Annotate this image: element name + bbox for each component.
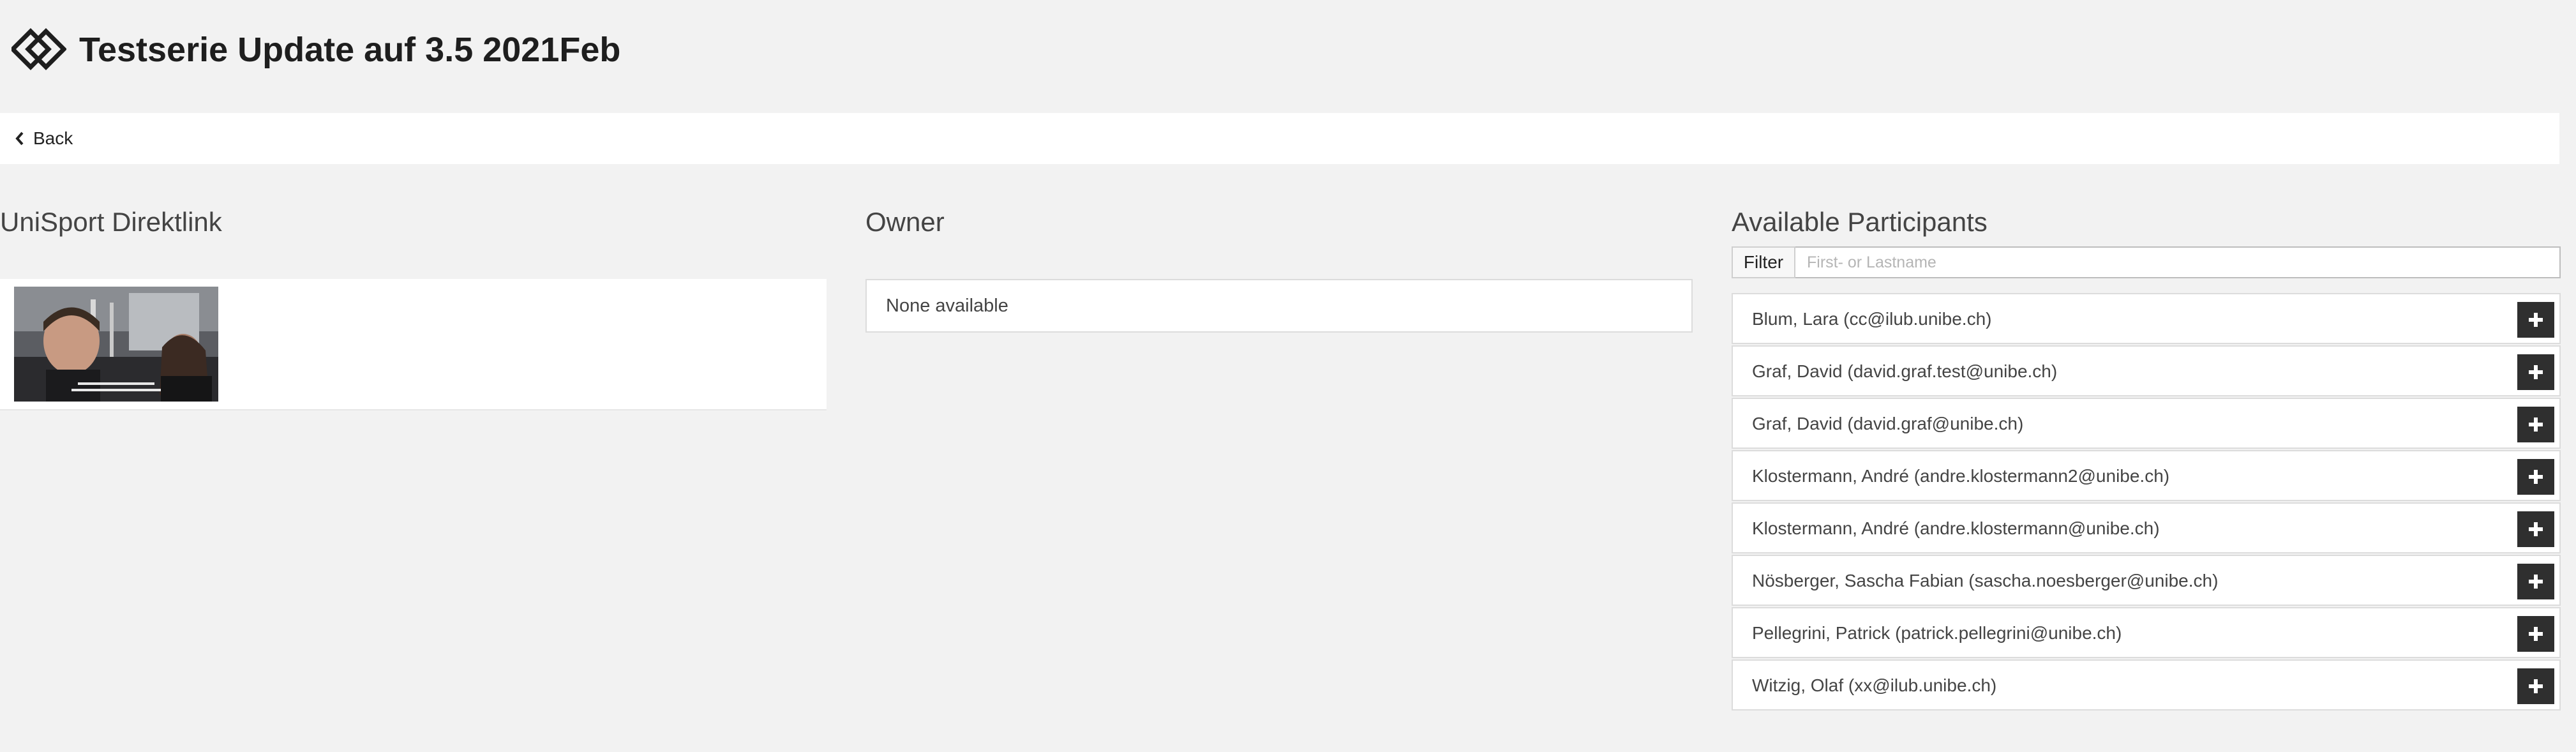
participant-row: Nösberger, Sascha Fabian (sascha.noesber… xyxy=(1732,555,2561,606)
page-header: Testserie Update auf 3.5 2021Feb xyxy=(0,0,2576,102)
participant-name: Graf, David (david.graf.test@unibe.ch) xyxy=(1752,361,2058,381)
add-participant-button[interactable] xyxy=(2517,616,2554,652)
participant-name: Graf, David (david.graf@unibe.ch) xyxy=(1752,414,2024,433)
participant-row: Klostermann, André (andre.klostermann2@u… xyxy=(1732,450,2561,501)
participant-list: Blum, Lara (cc@ilub.unibe.ch) Graf, David… xyxy=(1732,293,2561,712)
participant-name: Klostermann, André (andre.klostermann2@u… xyxy=(1752,466,2170,486)
plus-icon xyxy=(2529,522,2543,536)
participant-name: Pellegrini, Patrick (patrick.pellegrini@… xyxy=(1752,623,2122,643)
add-participant-button[interactable] xyxy=(2517,407,2554,442)
participant-name: Nösberger, Sascha Fabian (sascha.noesber… xyxy=(1752,571,2219,590)
add-participant-button[interactable] xyxy=(2517,302,2554,338)
back-link[interactable]: Back xyxy=(14,113,73,164)
participant-name: Witzig, Olaf (xx@ilub.unibe.ch) xyxy=(1752,675,1997,695)
participant-row: Blum, Lara (cc@ilub.unibe.ch) xyxy=(1732,293,2561,344)
filter-label: Filter xyxy=(1732,246,1795,278)
diamond-logo-icon xyxy=(11,28,66,70)
add-participant-button[interactable] xyxy=(2517,668,2554,704)
column-title-participants: Available Participants xyxy=(1732,207,1988,237)
participant-name: Klostermann, André (andre.klostermann@un… xyxy=(1752,518,2160,538)
participant-name: Blum, Lara (cc@ilub.unibe.ch) xyxy=(1752,309,1992,329)
plus-icon xyxy=(2529,417,2543,432)
participant-row: Pellegrini, Patrick (patrick.pellegrini@… xyxy=(1732,607,2561,658)
participant-row: Klostermann, André (andre.klostermann@un… xyxy=(1732,502,2561,553)
add-participant-button[interactable] xyxy=(2517,511,2554,547)
chevron-left-icon xyxy=(15,132,24,146)
video-card xyxy=(0,279,827,410)
column-title-owner: Owner xyxy=(865,207,945,237)
filter-input[interactable] xyxy=(1795,246,2561,278)
video-thumbnail[interactable] xyxy=(14,287,218,402)
add-participant-button[interactable] xyxy=(2517,354,2554,390)
plus-icon xyxy=(2529,575,2543,589)
plus-icon xyxy=(2529,679,2543,693)
participant-row: Witzig, Olaf (xx@ilub.unibe.ch) xyxy=(1732,659,2561,711)
page-title: Testserie Update auf 3.5 2021Feb xyxy=(79,31,621,69)
owner-panel: None available xyxy=(865,279,1693,333)
video-thumbnail-image xyxy=(14,287,218,402)
plus-icon xyxy=(2529,470,2543,484)
plus-icon xyxy=(2529,313,2543,327)
add-participant-button[interactable] xyxy=(2517,564,2554,599)
column-title-video: UniSport Direktlink xyxy=(0,207,222,237)
plus-icon xyxy=(2529,365,2543,379)
participant-row: Graf, David (david.graf.test@unibe.ch) xyxy=(1732,345,2561,396)
back-label: Back xyxy=(33,128,73,148)
add-participant-button[interactable] xyxy=(2517,459,2554,495)
owner-empty-text: None available xyxy=(886,296,1008,316)
back-bar: Back xyxy=(0,113,2559,164)
participant-row: Graf, David (david.graf@unibe.ch) xyxy=(1732,398,2561,449)
participant-filter: Filter xyxy=(1732,246,2561,278)
plus-icon xyxy=(2529,627,2543,641)
